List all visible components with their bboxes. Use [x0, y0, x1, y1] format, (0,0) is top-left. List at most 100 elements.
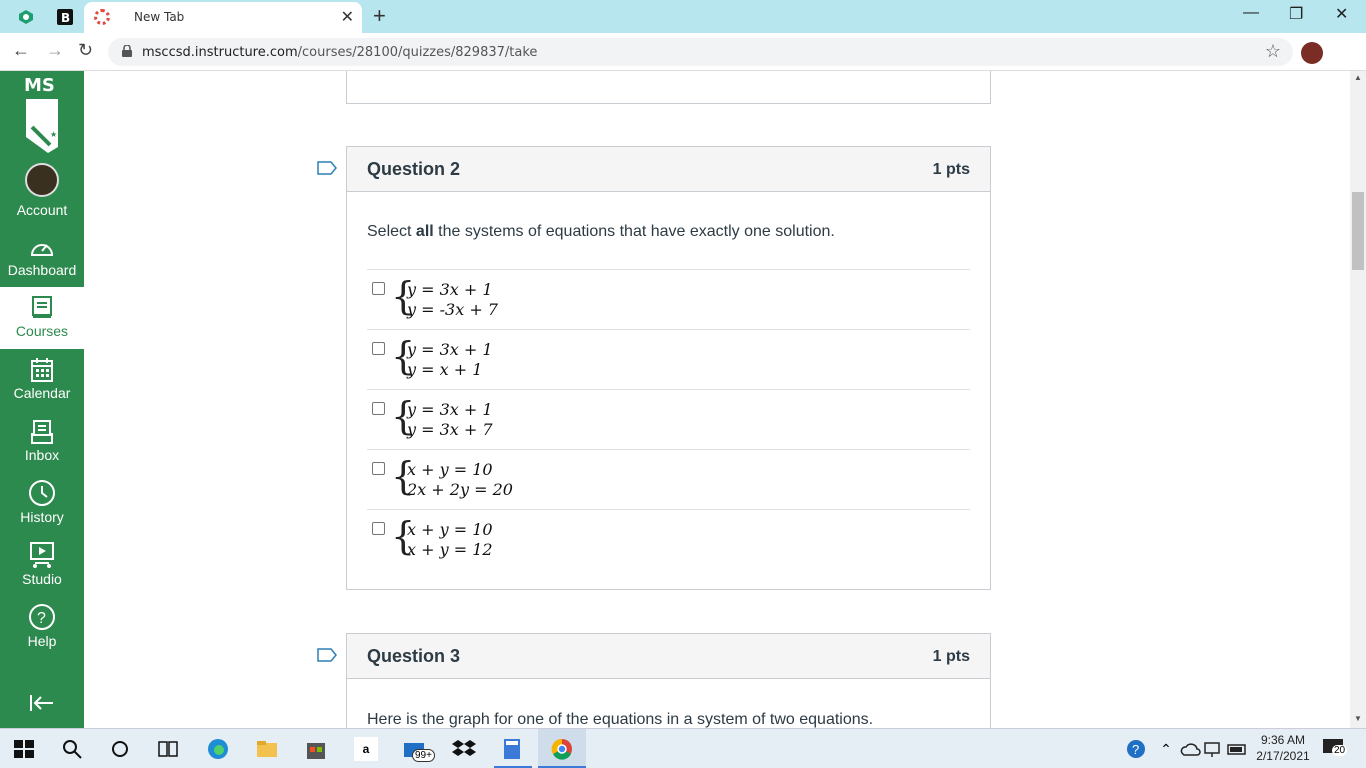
answer-checkbox[interactable]: [372, 282, 385, 295]
close-window-button[interactable]: ✕: [1335, 4, 1348, 24]
tab-title: New Tab: [134, 10, 185, 24]
answer-checkbox[interactable]: [372, 342, 385, 355]
quiz-content: Question 2 1 pts Select all the systems …: [84, 71, 1350, 728]
maximize-button[interactable]: ❐: [1289, 4, 1303, 24]
collapse-icon[interactable]: [29, 693, 55, 713]
answer-option-4[interactable]: { x + y = 10 2x + 2y = 20: [367, 449, 970, 509]
reload-button[interactable]: ↻: [78, 40, 93, 61]
answer-checkbox[interactable]: [372, 522, 385, 535]
url-path: /courses/28100/quizzes/829837/take: [297, 45, 538, 60]
sidebar-item-studio[interactable]: Studio: [0, 539, 84, 599]
flag-question-3-icon[interactable]: [317, 648, 337, 662]
equation-2: x + y = 12: [407, 540, 493, 559]
back-button[interactable]: ←: [12, 40, 30, 61]
battery-icon[interactable]: [1226, 737, 1250, 761]
file-explorer-icon[interactable]: [255, 737, 279, 761]
equation-2: y = 3x + 7: [407, 420, 493, 439]
svg-text:★: ★: [50, 130, 57, 139]
courses-icon: [32, 296, 52, 318]
equation-1: x + y = 10: [407, 520, 493, 539]
sidebar-item-inbox[interactable]: Inbox: [0, 415, 84, 475]
pinned-tab-hexagon-icon: [19, 10, 33, 24]
minimize-button[interactable]: —: [1243, 4, 1259, 22]
clock-date: 2/17/2021: [1256, 749, 1310, 763]
edge-icon[interactable]: [206, 737, 230, 761]
question-header: Question 3 1 pts: [347, 634, 990, 679]
avatar-icon: [25, 163, 59, 197]
answer-list: { y = 3x + 1 y = -3x + 7 { y = 3x + 1 y …: [367, 269, 970, 569]
sidebar-item-history[interactable]: History: [0, 477, 84, 537]
lock-icon: [122, 45, 132, 57]
scroll-up-icon[interactable]: ▲: [1354, 73, 1362, 82]
mail-icon[interactable]: 99+: [402, 737, 435, 762]
url-text: msccsd.instructure.com/courses/28100/qui…: [142, 45, 537, 60]
sidebar-item-label: History: [20, 509, 64, 525]
bookmark-star-icon[interactable]: ☆: [1265, 41, 1281, 62]
answer-option-5[interactable]: { x + y = 10 x + y = 12: [367, 509, 970, 569]
svg-text:?: ?: [37, 610, 46, 627]
question-1-box: [346, 71, 991, 104]
answer-option-1[interactable]: { y = 3x + 1 y = -3x + 7: [367, 269, 970, 329]
cortana-icon[interactable]: [108, 737, 132, 761]
onedrive-icon[interactable]: [1178, 737, 1202, 761]
chrome-taskbar-button[interactable]: [538, 729, 586, 768]
search-icon[interactable]: [60, 737, 84, 761]
forward-button[interactable]: →: [46, 40, 64, 61]
sidebar-item-help[interactable]: ? Help: [0, 601, 84, 661]
page-scrollbar[interactable]: ▲ ▼: [1350, 71, 1366, 728]
equation-2: 2x + 2y = 20: [407, 480, 513, 499]
scrollbar-thumb[interactable]: [1352, 192, 1364, 270]
pinned-tab-1[interactable]: [14, 5, 38, 29]
question-title: Question 2: [367, 159, 461, 179]
question-title: Question 3: [367, 646, 461, 666]
sidebar-item-label: Help: [27, 633, 57, 649]
dropbox-icon[interactable]: [452, 737, 476, 761]
scroll-down-icon[interactable]: ▼: [1354, 714, 1362, 723]
help-tray-icon[interactable]: ?: [1124, 737, 1148, 761]
clock[interactable]: 9:36 AM 2/17/2021: [1251, 732, 1315, 764]
question-points: 1 pts: [932, 648, 970, 665]
equation-1: y = 3x + 1: [407, 340, 493, 359]
sidebar-item-courses[interactable]: Courses: [0, 287, 84, 349]
pinned-tab-2[interactable]: B: [53, 5, 77, 29]
flag-question-2-icon[interactable]: [317, 161, 337, 175]
tab-active[interactable]: New Tab ✕: [84, 2, 362, 33]
equation-2: y = -3x + 7: [407, 300, 498, 319]
sidebar-item-account[interactable]: Account: [0, 159, 84, 221]
inbox-icon: [31, 420, 53, 444]
windows-start-icon[interactable]: [12, 737, 36, 761]
equation-1: y = 3x + 1: [407, 400, 493, 419]
answer-checkbox[interactable]: [372, 402, 385, 415]
school-logo-text: MS: [24, 75, 55, 96]
profile-avatar[interactable]: [1301, 42, 1323, 64]
url-field[interactable]: msccsd.instructure.com/courses/28100/qui…: [108, 38, 1293, 66]
question-3-box: Question 3 1 pts Here is the graph for o…: [346, 633, 991, 728]
studio-icon: [30, 542, 54, 568]
store-icon[interactable]: [304, 737, 328, 761]
task-view-icon[interactable]: [156, 737, 180, 761]
answer-checkbox[interactable]: [372, 462, 385, 475]
calendar-icon: [31, 358, 53, 382]
show-hidden-icons-icon[interactable]: ⌃: [1154, 737, 1178, 761]
tab-favicon-icon: [94, 9, 110, 25]
history-icon: [29, 480, 55, 506]
network-icon[interactable]: [1202, 737, 1226, 761]
calculator-icon[interactable]: [500, 737, 524, 761]
sidebar-item-calendar[interactable]: Calendar: [0, 353, 84, 413]
clock-time: 9:36 AM: [1260, 733, 1306, 747]
question-header: Question 2 1 pts: [347, 147, 990, 192]
sidebar-item-dashboard[interactable]: Dashboard: [0, 229, 84, 289]
help-icon: ?: [29, 604, 55, 630]
answer-option-2[interactable]: { y = 3x + 1 y = x + 1: [367, 329, 970, 389]
amazon-icon[interactable]: a: [354, 737, 378, 761]
pinned-tab-b-icon: B: [57, 9, 73, 25]
answer-option-3[interactable]: { y = 3x + 1 y = 3x + 7: [367, 389, 970, 449]
question-2-box: Question 2 1 pts Select all the systems …: [346, 146, 991, 590]
new-tab-button[interactable]: +: [373, 3, 386, 29]
dashboard-icon: [30, 244, 54, 256]
tab-bar: B New Tab ✕ + — ❐ ✕: [0, 0, 1366, 33]
notification-center[interactable]: 20: [1322, 737, 1350, 761]
equation-1: y = 3x + 1: [407, 280, 493, 299]
tab-close-button[interactable]: ✕: [341, 7, 354, 27]
url-host: msccsd.instructure.com: [142, 45, 298, 60]
